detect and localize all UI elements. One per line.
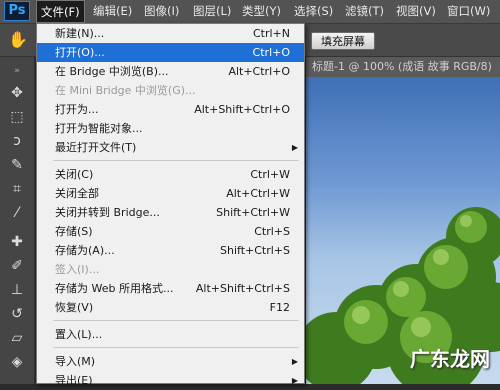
menu-item-browse-mini-bridge: 在 Mini Bridge 中浏览(G)... (55, 84, 196, 97)
menu-file[interactable]: 文件(F) (36, 0, 85, 23)
menu-item-check-in: 签入(I)... (55, 263, 100, 276)
photoshop-logo: Ps (4, 1, 30, 21)
document-tab[interactable]: 标题-1 @ 100% (成语 故事 RGB/8) (306, 57, 500, 77)
menu-layer[interactable]: 图层(L) (189, 0, 235, 23)
fill-screen-button[interactable]: 填充屏幕 (311, 32, 375, 50)
clone-stamp-tool-icon[interactable]: ⊥ (7, 280, 27, 300)
eraser-tool-icon[interactable]: ▱ (7, 328, 27, 348)
menu-filter[interactable]: 滤镜(T) (341, 0, 388, 23)
menu-bar: Ps 文件(F) 编辑(E) 图像(I) 图层(L) 类型(Y) 选择(S) 滤… (0, 0, 500, 24)
menu-item-close[interactable]: 关闭(C) Ctrl+W (37, 165, 304, 184)
history-brush-tool-icon[interactable]: ↺ (7, 304, 27, 324)
menu-item-open-smart-object[interactable]: 打开为智能对象... (37, 119, 304, 138)
menu-select[interactable]: 选择(S) (290, 0, 337, 23)
submenu-arrow-icon: ▶ (291, 143, 298, 152)
menu-separator (53, 160, 299, 161)
menu-item-save-as[interactable]: 存储为(A)... Shift+Ctrl+S (37, 241, 304, 260)
watermark-text: 广东龙网 (410, 347, 490, 371)
menu-separator (53, 347, 299, 348)
menu-item-save-for-web[interactable]: 存储为 Web 所用格式... Alt+Shift+Ctrl+S (37, 279, 304, 298)
menu-item-import[interactable]: 导入(M) ▶ (37, 352, 304, 371)
menu-item-open-as[interactable]: 打开为... Alt+Shift+Ctrl+O (37, 100, 304, 119)
menu-view[interactable]: 视图(V) (392, 0, 440, 23)
menu-item-save[interactable]: 存储(S) Ctrl+S (37, 222, 304, 241)
menu-item-revert[interactable]: 恢复(V) F12 (37, 298, 304, 317)
submenu-arrow-icon: ▶ (291, 376, 298, 385)
menu-item-open[interactable]: 打开(O)... Ctrl+O (37, 43, 304, 62)
eyedropper-tool-icon[interactable]: ⁄ (7, 203, 27, 223)
lasso-tool-icon[interactable]: ↄ (7, 131, 27, 151)
move-tool-icon[interactable]: ✥ (7, 83, 27, 103)
menu-item-close-all[interactable]: 关闭全部 Alt+Ctrl+W (37, 184, 304, 203)
menu-type[interactable]: 类型(Y) (238, 0, 285, 23)
menu-item-browse-bridge[interactable]: 在 Bridge 中浏览(B)... Alt+Ctrl+O (37, 62, 304, 81)
menu-item-export[interactable]: 导出(E) ▶ (37, 371, 304, 390)
paint-bucket-tool-icon[interactable]: ◈ (7, 352, 27, 372)
menu-image[interactable]: 图像(I) (140, 0, 183, 23)
healing-brush-tool-icon[interactable]: ✚ (7, 232, 27, 252)
document-canvas[interactable]: 广东龙网 (306, 77, 500, 384)
brush-tool-icon[interactable]: ✐ (7, 256, 27, 276)
file-menu-dropdown: 新建(N)... Ctrl+N 打开(O)... Ctrl+O 在 Bridge… (36, 23, 305, 387)
marquee-tool-icon[interactable]: ⬚ (7, 107, 27, 127)
tools-panel: » ✥ ⬚ ↄ ✎ ⌗ ⁄ ✚ ✐ ⊥ ↺ ▱ ◈ (0, 57, 35, 384)
hand-tool-icon[interactable]: ✋ (8, 30, 28, 50)
menu-edit[interactable]: 编辑(E) (89, 0, 136, 23)
menu-separator (53, 320, 299, 321)
menu-item-recent-files[interactable]: 最近打开文件(T) ▶ (37, 138, 304, 157)
crop-tool-icon[interactable]: ⌗ (7, 179, 27, 199)
submenu-arrow-icon: ▶ (291, 357, 298, 366)
menu-item-close-go-bridge[interactable]: 关闭并转到 Bridge... Shift+Ctrl+W (37, 203, 304, 222)
tree-image (306, 207, 500, 384)
menu-item-new[interactable]: 新建(N)... Ctrl+N (37, 24, 304, 43)
panel-collapse-icon[interactable]: » (7, 61, 27, 81)
quick-select-tool-icon[interactable]: ✎ (7, 155, 27, 175)
menu-window[interactable]: 窗口(W) (443, 0, 494, 23)
menu-item-place[interactable]: 置入(L)... (37, 325, 304, 344)
